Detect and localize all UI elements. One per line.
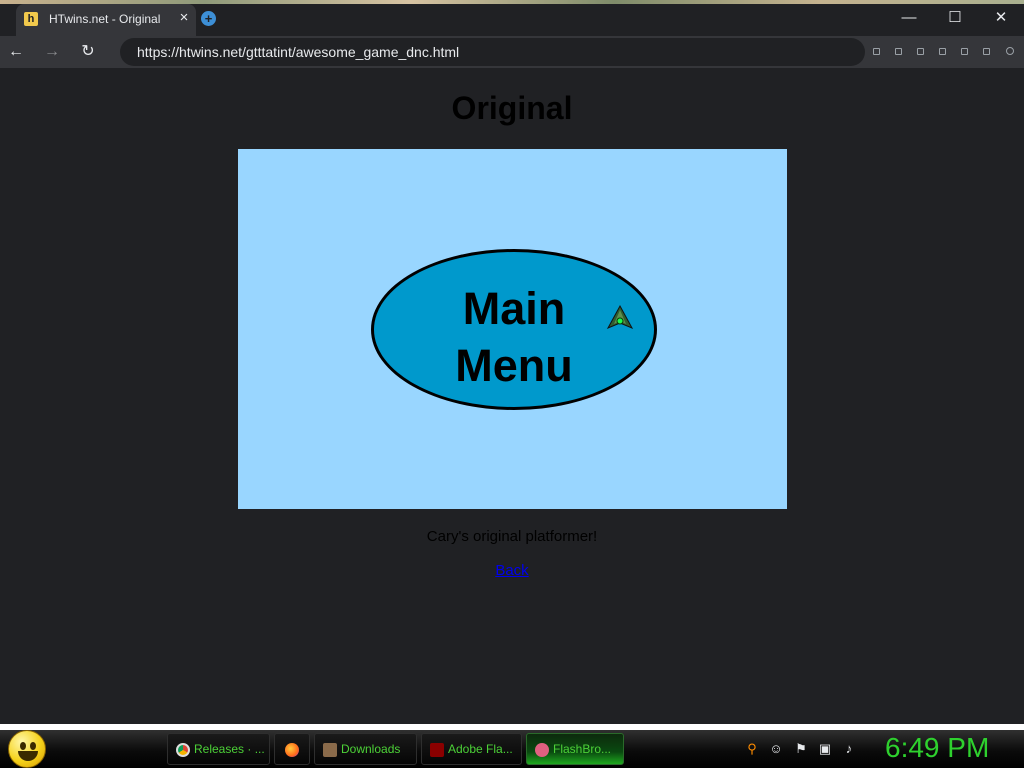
url-text[interactable]: https://htwins.net/gtttatint/awesome_gam… [137, 44, 459, 60]
reload-icon[interactable]: ↻ [76, 40, 100, 64]
tab-title: HTwins.net - Original [49, 12, 161, 26]
volume-icon[interactable]: ♪ [841, 741, 857, 757]
flash-icon [430, 743, 444, 757]
extension-icon[interactable] [983, 48, 990, 55]
taskbar-item-label: Downloads [341, 742, 401, 756]
firefox-icon [285, 743, 299, 757]
browser-tab[interactable]: h HTwins.net - Original × [16, 4, 196, 36]
start-smiley-icon[interactable] [8, 730, 46, 768]
taskbar: Releases · ... Downloads Adobe Fla... Fl… [0, 730, 1024, 768]
flashbrowser-icon [535, 743, 549, 757]
search-icon[interactable]: ⚲ [744, 741, 760, 757]
htwins-favicon-icon: h [24, 12, 38, 26]
page-content: Original Main Menu Cary's original platf… [0, 68, 1024, 724]
taskbar-item-label: FlashBro... [553, 742, 612, 756]
browser-toolbar: ← → ↻ https://htwins.net/gtttatint/aweso… [0, 36, 1024, 68]
extension-icon[interactable] [895, 48, 902, 55]
close-window-icon[interactable]: ✕ [986, 6, 1016, 30]
chrome-icon [176, 743, 190, 757]
page-title: Original [451, 90, 573, 126]
taskbar-item-adobe-flash[interactable]: Adobe Fla... [421, 733, 522, 765]
smiley-mouth [18, 751, 38, 761]
taskbar-item-firefox[interactable] [274, 733, 310, 765]
extension-icon[interactable] [873, 48, 880, 55]
browser-menu-icon[interactable] [1006, 47, 1014, 55]
extension-icon[interactable] [939, 48, 946, 55]
network-icon[interactable]: ▣ [817, 741, 833, 757]
close-tab-icon[interactable]: × [176, 10, 192, 26]
tab-bar: h HTwins.net - Original × + — ☐ ✕ [0, 0, 1024, 36]
taskbar-item-downloads[interactable]: Downloads [314, 733, 417, 765]
game-caption: Cary's original platformer! [426, 528, 598, 545]
extension-icon[interactable] [917, 48, 924, 55]
back-link[interactable]: Back [495, 562, 528, 579]
taskbar-item-flashbrowser[interactable]: FlashBro... [526, 733, 624, 765]
smile-icon[interactable]: ☺ [768, 741, 784, 757]
forward-icon[interactable]: → [40, 40, 64, 64]
smiley-eye [20, 742, 26, 750]
address-bar[interactable]: https://htwins.net/gtttatint/awesome_gam… [120, 38, 865, 66]
maximize-icon[interactable]: ☐ [940, 6, 970, 30]
game-canvas[interactable]: Main Menu [238, 149, 787, 509]
main-menu-label-line2: Menu [455, 340, 573, 391]
smiley-eye [30, 742, 36, 750]
flag-icon[interactable]: ⚑ [793, 741, 809, 757]
taskbar-item-releases[interactable]: Releases · ... [167, 733, 270, 765]
minimize-icon[interactable]: — [894, 6, 924, 30]
extension-icon[interactable] [961, 48, 968, 55]
taskbar-clock[interactable]: 6:49 PM [885, 732, 989, 764]
downloads-icon [323, 743, 337, 757]
taskbar-item-label: Releases · ... [194, 742, 265, 756]
main-menu-label: Main Menu [374, 280, 654, 394]
ship-cursor-icon [606, 304, 634, 330]
back-icon[interactable]: ← [4, 40, 28, 64]
new-tab-icon[interactable]: + [201, 11, 216, 26]
taskbar-item-label: Adobe Fla... [448, 742, 513, 756]
